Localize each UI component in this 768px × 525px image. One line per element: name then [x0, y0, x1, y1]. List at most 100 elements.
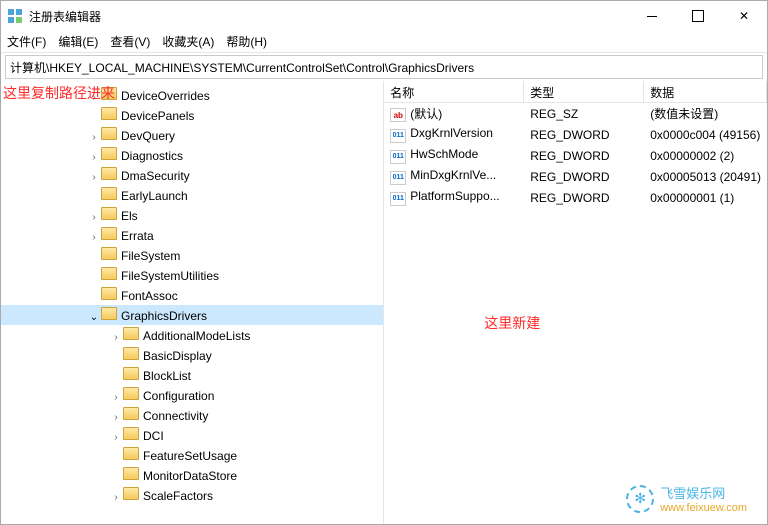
- tree-item[interactable]: ⌄ GraphicsDrivers: [1, 305, 383, 325]
- folder-icon: [101, 267, 117, 280]
- tree-item[interactable]: BasicDisplay: [1, 345, 383, 365]
- tree-item[interactable]: DevicePanels: [1, 105, 383, 125]
- tree-item[interactable]: BlockList: [1, 365, 383, 385]
- chevron-right-icon[interactable]: ›: [109, 412, 123, 423]
- tree-item-label: FileSystem: [121, 249, 180, 263]
- chevron-right-icon[interactable]: ›: [87, 172, 101, 183]
- tree-item[interactable]: FontAssoc: [1, 285, 383, 305]
- tree-item[interactable]: › Configuration: [1, 385, 383, 405]
- tree-item-label: DmaSecurity: [121, 169, 190, 183]
- menu-favorites[interactable]: 收藏夹(A): [162, 33, 214, 50]
- tree-item[interactable]: MonitorDataStore: [1, 465, 383, 485]
- address-bar[interactable]: 计算机\HKEY_LOCAL_MACHINE\SYSTEM\CurrentCon…: [5, 55, 763, 79]
- menubar: 文件(F) 编辑(E) 查看(V) 收藏夹(A) 帮助(H): [1, 31, 767, 53]
- value-row[interactable]: 011MinDxgKrnlVe...REG_DWORD0x00005013 (2…: [384, 166, 767, 187]
- tree-item-label: Errata: [121, 229, 154, 243]
- folder-icon: [101, 127, 117, 140]
- tree-item[interactable]: ›Els: [1, 205, 383, 225]
- col-header-type[interactable]: 类型: [524, 81, 644, 102]
- tree-item[interactable]: › AdditionalModeLists: [1, 325, 383, 345]
- titlebar[interactable]: 注册表编辑器: [1, 1, 767, 31]
- window-title: 注册表编辑器: [29, 8, 629, 25]
- chevron-right-icon[interactable]: ›: [109, 492, 123, 503]
- tree-item-label: BasicDisplay: [143, 349, 212, 363]
- content-area: 这里复制路径进来 ›DeviceOverridesDevicePanels›De…: [1, 81, 767, 524]
- tree-item[interactable]: EarlyLaunch: [1, 185, 383, 205]
- tree-item-label: DevicePanels: [121, 109, 194, 123]
- maximize-button[interactable]: [675, 1, 721, 31]
- value-row[interactable]: 011HwSchModeREG_DWORD0x00000002 (2): [384, 145, 767, 166]
- tree-pane[interactable]: ›DeviceOverridesDevicePanels›DevQuery›Di…: [1, 81, 384, 524]
- tree-item-label: FileSystemUtilities: [121, 269, 219, 283]
- value-data: 0x0000c004 (49156): [644, 128, 767, 142]
- tree-item[interactable]: FileSystemUtilities: [1, 265, 383, 285]
- window-controls: [629, 1, 767, 31]
- tree-item[interactable]: ›DCI: [1, 425, 383, 445]
- value-row[interactable]: ab(默认)REG_SZ(数值未设置): [384, 103, 767, 124]
- values-pane: 名称 类型 数据 ab(默认)REG_SZ(数值未设置) 011 DxgKrnlVe…: [384, 81, 767, 524]
- value-type: REG_SZ: [524, 107, 644, 121]
- value-data: 0x00005013 (20491): [644, 170, 767, 184]
- chevron-down-icon[interactable]: ⌄: [87, 312, 101, 323]
- value-type: REG_DWORD: [524, 128, 644, 142]
- tree-item[interactable]: › Connectivity: [1, 405, 383, 425]
- tree-item[interactable]: › DmaSecurity: [1, 165, 383, 185]
- chevron-right-icon[interactable]: ›: [109, 432, 123, 443]
- chevron-right-icon[interactable]: ›: [109, 332, 123, 343]
- tree-item[interactable]: › Errata: [1, 225, 383, 245]
- menu-file[interactable]: 文件(F): [7, 33, 46, 50]
- menu-view[interactable]: 查看(V): [110, 33, 150, 50]
- value-data: 0x00000001 (1): [644, 191, 767, 205]
- menu-help[interactable]: 帮助(H): [226, 33, 267, 50]
- tree-item-label: Configuration: [143, 389, 214, 403]
- folder-icon: [101, 227, 117, 240]
- tree-item-label: EarlyLaunch: [121, 189, 188, 203]
- dword-value-icon: 011: [390, 192, 406, 206]
- minimize-button[interactable]: [629, 1, 675, 31]
- chevron-right-icon[interactable]: ›: [87, 152, 101, 163]
- value-type: REG_DWORD: [524, 149, 644, 163]
- tree-item-label: FeatureSetUsage: [143, 449, 237, 463]
- col-header-data[interactable]: 数据: [644, 81, 767, 102]
- chevron-right-icon[interactable]: ›: [109, 392, 123, 403]
- regedit-icon: [7, 8, 23, 24]
- string-value-icon: ab: [390, 108, 406, 122]
- value-row[interactable]: 011DxgKrnlVersionREG_DWORD0x0000c004 (49…: [384, 124, 767, 145]
- tree-item[interactable]: › ScaleFactors: [1, 485, 383, 505]
- tree-item[interactable]: FeatureSetUsage: [1, 445, 383, 465]
- col-header-name[interactable]: 名称: [384, 81, 524, 102]
- folder-icon: [123, 467, 139, 480]
- folder-icon: [101, 167, 117, 180]
- tree-item-label: GraphicsDrivers: [121, 309, 207, 323]
- watermark: ✻ 飞雪娱乐网 www.feixuew.com: [626, 483, 747, 514]
- tree-item[interactable]: › Diagnostics: [1, 145, 383, 165]
- value-name: DxgKrnlVersion: [410, 126, 493, 140]
- close-button[interactable]: [721, 1, 767, 31]
- folder-icon: [123, 407, 139, 420]
- folder-icon: [123, 327, 139, 340]
- folder-icon: [123, 487, 139, 500]
- chevron-right-icon[interactable]: ›: [87, 132, 101, 143]
- tree-item[interactable]: ›DevQuery: [1, 125, 383, 145]
- tree-item-label: ScaleFactors: [143, 489, 213, 503]
- value-row[interactable]: 011PlatformSuppo...REG_DWORD0x00000001 (…: [384, 187, 767, 208]
- value-data: 0x00000002 (2): [644, 149, 767, 163]
- folder-icon: [101, 207, 117, 220]
- list-header: 名称 类型 数据: [384, 81, 767, 103]
- folder-icon: [101, 307, 117, 320]
- value-name: PlatformSuppo...: [410, 189, 499, 203]
- chevron-right-icon[interactable]: ›: [87, 212, 101, 223]
- tree-item-label: AdditionalModeLists: [143, 329, 250, 343]
- folder-icon: [101, 247, 117, 260]
- tree-item-label: BlockList: [143, 369, 191, 383]
- tree-item[interactable]: FileSystem: [1, 245, 383, 265]
- value-name: HwSchMode: [410, 147, 478, 161]
- registry-editor-window: 注册表编辑器 文件(F) 编辑(E) 查看(V) 收藏夹(A) 帮助(H) 计算…: [0, 0, 768, 525]
- folder-icon: [123, 427, 139, 440]
- menu-edit[interactable]: 编辑(E): [58, 33, 98, 50]
- tree-item-label: Connectivity: [143, 409, 208, 423]
- snowflake-icon: ✻: [626, 485, 654, 513]
- values-list[interactable]: ab(默认)REG_SZ(数值未设置) 011 DxgKrnlVersion REG_…: [384, 103, 767, 524]
- tree-item-label: Diagnostics: [121, 149, 183, 163]
- chevron-right-icon[interactable]: ›: [87, 232, 101, 243]
